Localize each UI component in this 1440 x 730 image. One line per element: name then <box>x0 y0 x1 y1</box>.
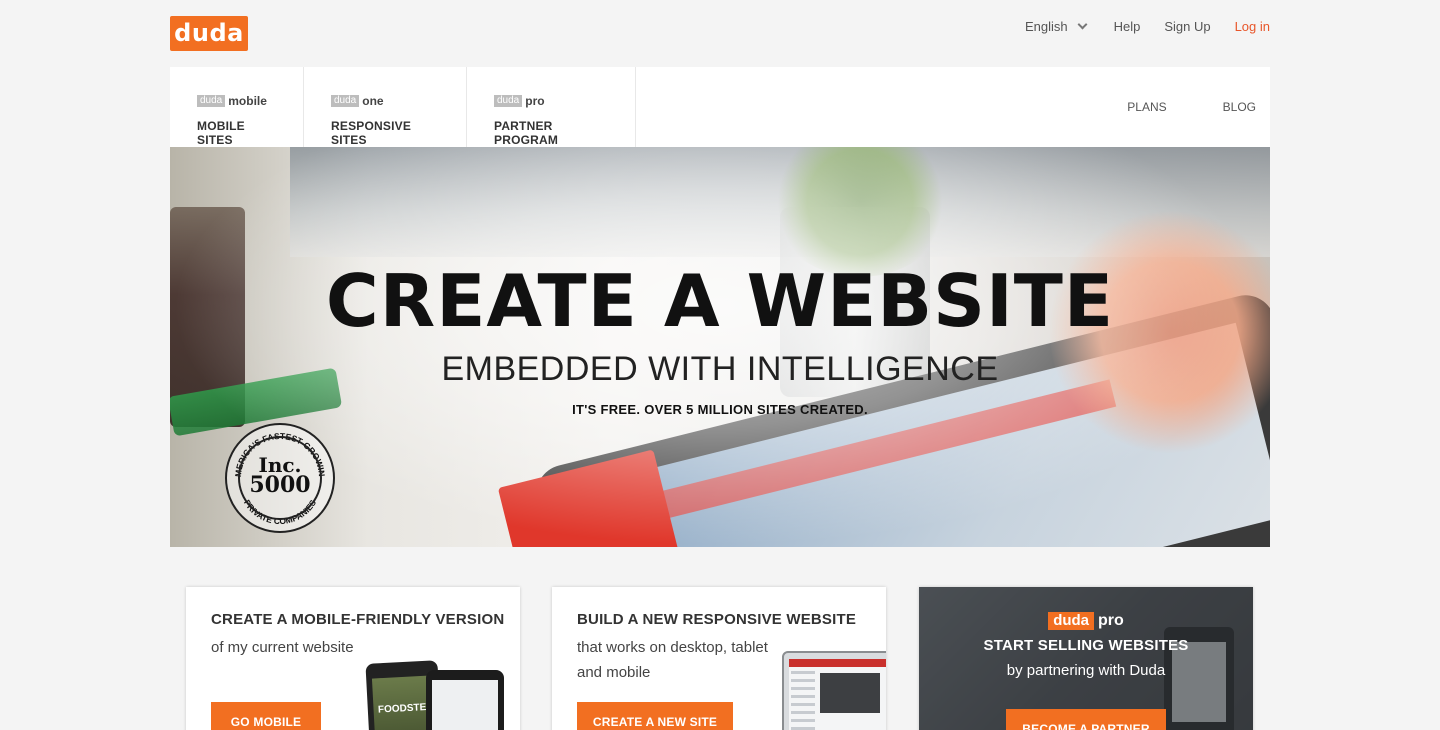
signup-link[interactable]: Sign Up <box>1164 19 1210 34</box>
hero-tagline: IT'S FREE. OVER 5 MILLION SITES CREATED. <box>572 402 868 417</box>
language-label: English <box>1024 18 1068 34</box>
brand-name: pro <box>1098 612 1124 629</box>
product-title: RESPONSIVE SITES <box>331 119 412 147</box>
inc-5000-seal: AMERICA'S FASTEST-GROWING PRIVATE COMPAN… <box>225 423 335 533</box>
laptop-screen-map <box>820 673 880 713</box>
card-body: of my current website <box>211 639 354 656</box>
language-selector[interactable]: English <box>1025 19 1090 34</box>
brand-name: mobile <box>228 94 267 108</box>
duda-pro-brand: duda pro <box>919 612 1253 630</box>
chevron-down-icon <box>1076 19 1090 33</box>
plans-link[interactable]: PLANS <box>1127 100 1166 114</box>
seal-line-2: 5000 <box>249 472 311 498</box>
product-brand: duda pro <box>494 94 608 108</box>
help-link[interactable]: Help <box>1114 19 1141 34</box>
product-brand: duda one <box>331 94 439 108</box>
hero-overlay <box>170 147 1270 547</box>
hero-banner: CREATE A WEBSITE EMBEDDED WITH INTELLIGE… <box>170 147 1270 547</box>
product-partner-program[interactable]: duda pro PARTNER PROGRAM <box>467 67 636 147</box>
go-mobile-button[interactable]: GO MOBILE <box>211 702 321 730</box>
card-body: by partnering with Duda <box>1006 662 1166 679</box>
laptop-screen-sidebar <box>791 671 815 730</box>
card-heading: CREATE A MOBILE-FRIENDLY VERSION <box>211 611 505 628</box>
brand-tag: duda <box>197 95 226 107</box>
product-nav: duda mobile MOBILE SITES duda one RESPON… <box>170 67 1270 147</box>
login-link[interactable]: Log in <box>1235 19 1270 34</box>
product-title: MOBILE SITES <box>197 119 245 147</box>
phone-screen-secondary <box>432 680 498 730</box>
seal-text: Inc. 5000 <box>227 455 333 498</box>
top-nav: English Help Sign Up Log in <box>1025 18 1270 34</box>
brand-tag: duda <box>331 95 360 107</box>
product-responsive-sites[interactable]: duda one RESPONSIVE SITES <box>304 67 467 147</box>
card-heading: START SELLING WEBSITES <box>983 637 1189 654</box>
card-responsive-website: BUILD A NEW RESPONSIVE WEBSITE that work… <box>552 587 886 730</box>
create-new-site-button[interactable]: CREATE A NEW SITE <box>577 702 733 730</box>
brand-name: pro <box>525 94 545 108</box>
hero-title: CREATE A WEBSITE <box>325 259 1115 343</box>
product-brand: duda mobile <box>197 94 276 108</box>
brand-tag: duda <box>494 95 523 107</box>
card-mobile-friendly: CREATE A MOBILE-FRIENDLY VERSION of my c… <box>186 587 520 730</box>
brand-name: one <box>362 94 384 108</box>
blog-link[interactable]: BLOG <box>1223 100 1256 114</box>
become-partner-button[interactable]: BECOME A PARTNER <box>1006 709 1166 730</box>
card-body: that works on desktop, tablet and mobile <box>577 639 768 681</box>
product-mobile-sites[interactable]: duda mobile MOBILE SITES <box>170 67 304 147</box>
card-heading: BUILD A NEW RESPONSIVE WEBSITE <box>577 611 857 628</box>
secondary-nav: PLANS BLOG <box>1099 67 1270 147</box>
duda-logo[interactable]: duda <box>170 16 248 51</box>
product-title: PARTNER PROGRAM <box>494 119 559 147</box>
card-partner: duda pro START SELLING WEBSITES by partn… <box>919 587 1253 730</box>
laptop-screen-header <box>789 659 886 667</box>
brand-tag: duda <box>1048 612 1095 630</box>
hero-subtitle: EMBEDDED WITH INTELLIGENCE <box>441 350 999 388</box>
